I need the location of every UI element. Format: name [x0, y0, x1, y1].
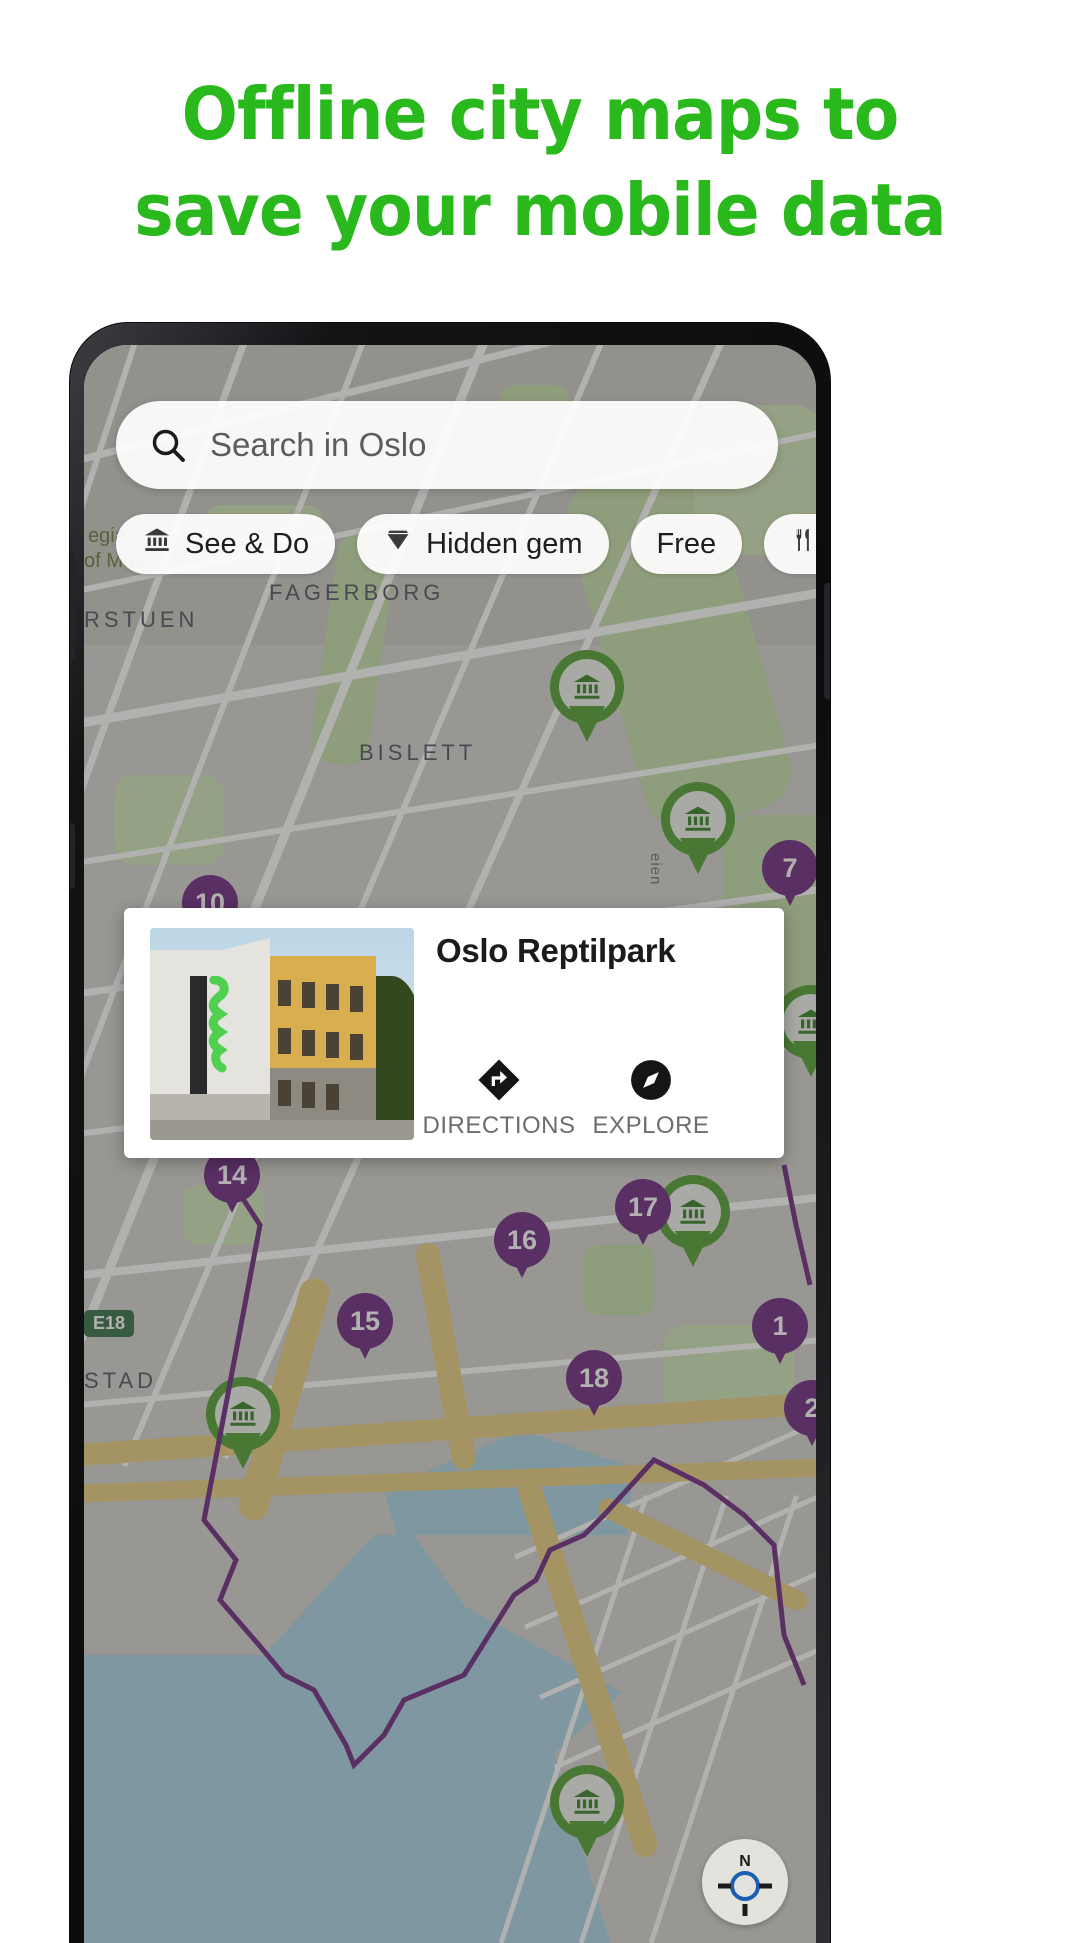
map-route-marker-label: 15 [337, 1293, 393, 1349]
map-route-marker[interactable]: 16 [494, 1212, 550, 1280]
place-info-card[interactable]: Oslo Reptilpark DIRECTIONS EXPLORE [124, 908, 784, 1158]
page-title: Offline city maps to save your mobile da… [134, 72, 946, 252]
phone-volume-button-2 [70, 823, 75, 889]
map-route-marker-label: 7 [762, 840, 816, 896]
explore-button[interactable]: EXPLORE [588, 1056, 714, 1140]
chip-eat[interactable]: Eat [764, 514, 816, 574]
chip-label: Free [656, 527, 717, 560]
place-title: Oslo Reptilpark [436, 932, 676, 969]
museum-icon [142, 526, 172, 562]
map-route-marker-label: 16 [494, 1212, 550, 1268]
map-route-marker[interactable]: 17 [615, 1179, 671, 1247]
filter-chip-row[interactable]: See & Do Hidden gem Free [116, 513, 816, 575]
phone-volume-button [70, 551, 75, 661]
map-compass-button[interactable]: N [702, 1839, 788, 1925]
place-photo[interactable] [150, 928, 414, 1140]
map-route-marker-label: 2 [784, 1380, 816, 1436]
map-route-marker[interactable]: 1 [752, 1298, 808, 1366]
map-route-marker[interactable]: 15 [337, 1293, 393, 1361]
chip-free[interactable]: Free [630, 514, 743, 574]
chip-label: See & Do [185, 527, 310, 560]
map-route-marker[interactable]: 18 [566, 1350, 622, 1418]
snake-mural [208, 976, 229, 1073]
chip-see-and-do[interactable]: See & Do [116, 514, 336, 574]
diamond-icon [383, 526, 413, 562]
phone-screen: 10 7 14 15 16 17 18 1 2 FAGERBORG BISLET… [84, 345, 816, 1943]
map-route-marker-label: 17 [615, 1179, 671, 1235]
chip-label: Hidden gem [426, 527, 583, 560]
search-input-placeholder[interactable]: Search in Oslo [210, 426, 426, 464]
place-details: Oslo Reptilpark DIRECTIONS EXPLORE [414, 908, 784, 1158]
compass-rose-icon: N [718, 1853, 772, 1916]
map-route-marker[interactable]: 2 [784, 1380, 816, 1448]
map-route-marker[interactable]: 7 [762, 840, 816, 908]
chip-hidden-gem[interactable]: Hidden gem [357, 514, 609, 574]
search-bar[interactable]: Search in Oslo [116, 401, 778, 489]
map-route-marker-label: 18 [566, 1350, 622, 1406]
compass-north-label: N [739, 1853, 751, 1870]
cutlery-icon [790, 526, 816, 562]
search-icon [148, 425, 188, 465]
place-action-row[interactable]: DIRECTIONS EXPLORE [423, 1056, 714, 1140]
compass-icon [628, 1056, 674, 1104]
phone-mockup: 10 7 14 15 16 17 18 1 2 FAGERBORG BISLET… [70, 323, 830, 1943]
directions-label: DIRECTIONS [422, 1112, 576, 1139]
explore-label: EXPLORE [592, 1112, 710, 1139]
map-route-marker-label: 1 [752, 1298, 808, 1354]
phone-power-button [824, 583, 830, 699]
directions-icon [476, 1056, 522, 1104]
directions-button[interactable]: DIRECTIONS [423, 1056, 575, 1140]
